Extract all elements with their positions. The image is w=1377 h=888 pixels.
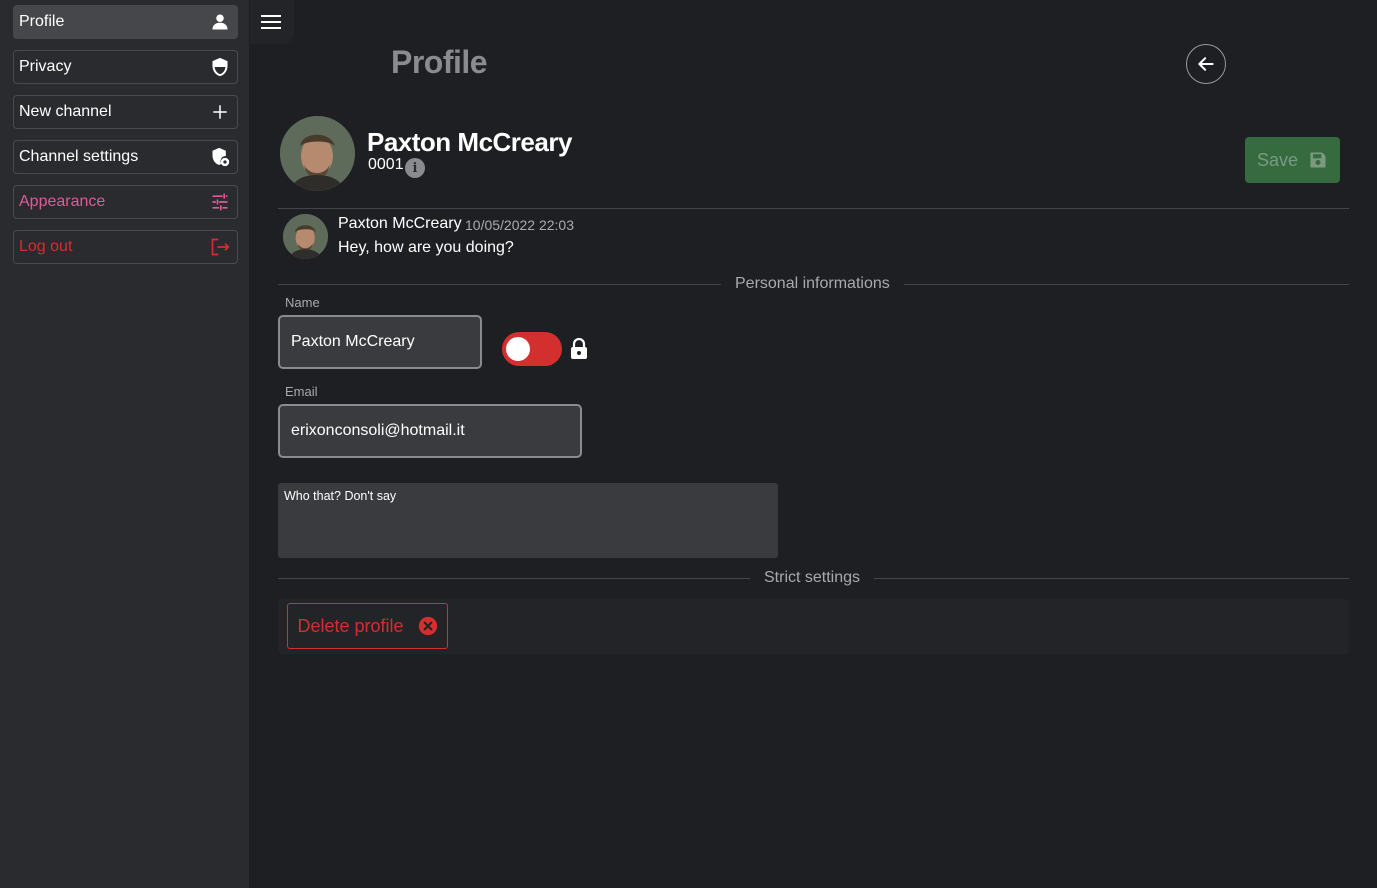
sidebar-item-new-channel[interactable]: New channel [13,95,238,129]
sidebar-item-label: Profile [19,13,65,30]
sidebar-item-label: Appearance [19,193,106,210]
name-value: Paxton McCreary [291,333,415,350]
bio-textarea[interactable]: Who that? Don't say [278,483,778,558]
sidebar-item-label: Privacy [19,58,72,75]
email-field[interactable]: erixonconsoli@hotmail.it [278,404,582,458]
floppy-disk-icon [1310,152,1326,168]
email-value: erixonconsoli@hotmail.it [291,422,465,439]
delete-profile-label: Delete profile [297,615,404,636]
sidebar-item-profile[interactable]: Profile [13,5,238,39]
sidebar-item-privacy[interactable]: Privacy [13,50,238,84]
shield-icon [209,56,231,78]
lock-icon [571,338,587,359]
section-title-strict: Strict settings [750,569,875,587]
message-timestamp: 10/05/2022 22:03 [465,217,574,233]
sliders-icon [209,191,231,213]
save-button-label: Save [1256,149,1299,170]
sidebar-item-channel-settings[interactable]: Channel settings [13,140,238,174]
name-label: Name [285,295,320,310]
name-visibility-toggle[interactable] [502,332,562,366]
message-author: Paxton McCreary [338,215,462,232]
back-button[interactable] [1186,44,1226,84]
email-label: Email [285,384,318,399]
avatar[interactable] [280,116,355,191]
arrow-left-icon [1198,57,1214,71]
delete-profile-button[interactable]: Delete profile [287,603,448,649]
sidebar-item-logout[interactable]: Log out [13,230,238,264]
shield-settings-icon [209,146,231,168]
close-circle-icon [418,616,437,636]
divider [278,208,1349,209]
hamburger-menu-button[interactable] [250,0,294,44]
toggle-knob [506,337,530,361]
user-id: 0001 [368,156,404,173]
sidebar-item-label: New channel [19,103,112,120]
person-icon [209,11,231,33]
user-name: Paxton McCreary [367,127,572,157]
save-button[interactable]: Save [1245,137,1340,183]
message-text: Hey, how are you doing? [338,239,514,256]
plus-icon [209,101,231,123]
info-icon[interactable]: i [405,158,425,178]
page-title: Profile [391,44,488,80]
sidebar: Profile Privacy New channel Channel sett… [0,0,249,888]
sidebar-item-appearance[interactable]: Appearance [13,185,238,219]
logout-icon [209,236,231,258]
sidebar-item-label: Channel settings [19,148,139,165]
message-avatar [283,214,328,259]
section-title-personal: Personal informations [721,275,904,293]
hamburger-icon [261,15,281,29]
bio-text: Who that? Don't say [284,489,397,503]
sidebar-item-label: Log out [19,238,73,255]
name-field[interactable]: Paxton McCreary [278,315,482,369]
